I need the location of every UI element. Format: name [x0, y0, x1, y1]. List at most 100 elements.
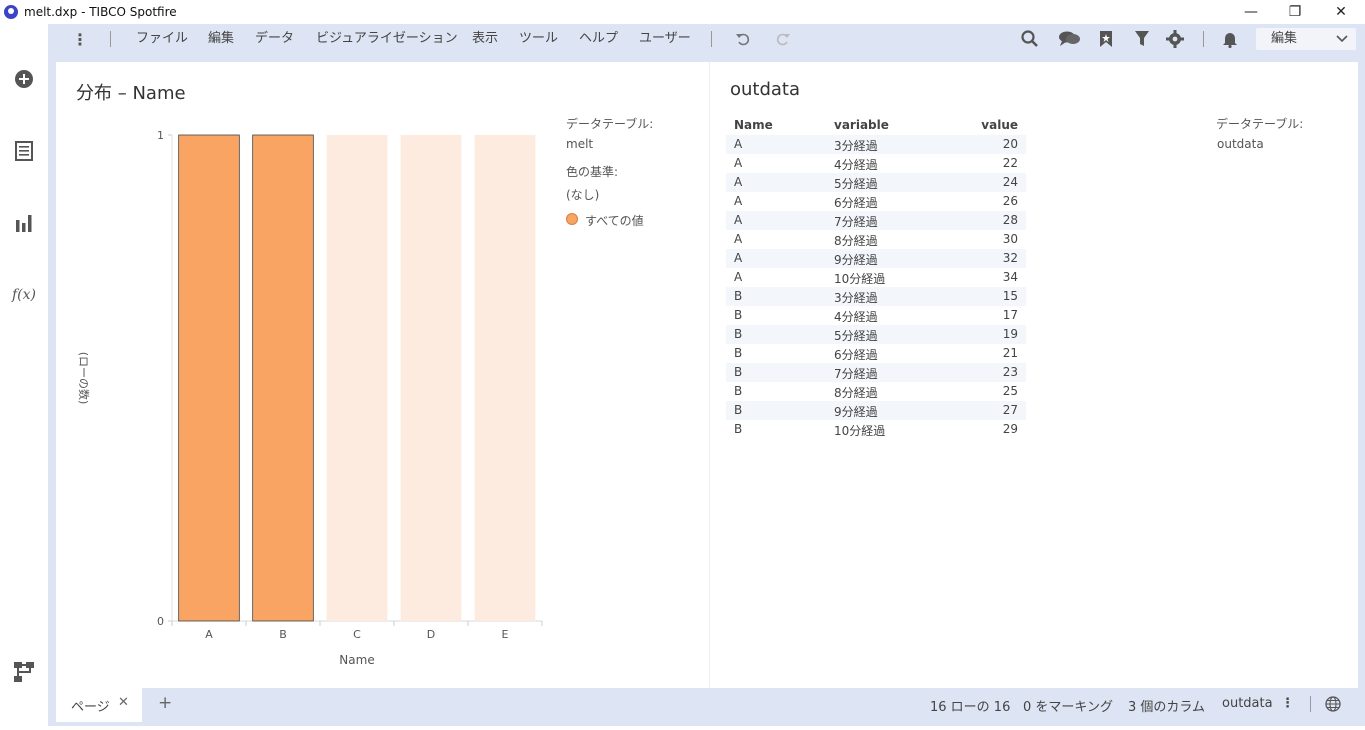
menu-help[interactable]: ヘルプ	[579, 30, 618, 48]
x-tick-label: A	[205, 628, 213, 641]
edit-mode-select[interactable]: 編集	[1256, 28, 1356, 50]
cell-name: B	[734, 289, 743, 303]
cell-value: 23	[1002, 365, 1018, 379]
bar-b[interactable]	[252, 134, 314, 622]
gear-icon[interactable]	[1165, 29, 1185, 49]
status-table[interactable]: outdata	[1222, 696, 1273, 711]
bar-chart[interactable]: 0 1 A B C D E Name (ローの数)	[56, 62, 556, 688]
menu-tools[interactable]: ツール	[519, 30, 558, 48]
menu-view[interactable]: 表示	[472, 30, 498, 48]
cell-value: 21	[1002, 346, 1018, 360]
globe-icon[interactable]	[1325, 696, 1341, 716]
table-row[interactable]: B 9分経過 27	[726, 401, 1026, 420]
table-row[interactable]: A 3分経過 20	[726, 135, 1026, 154]
add-icon[interactable]	[12, 67, 36, 91]
table-row[interactable]: A 4分経過 22	[726, 154, 1026, 173]
close-button[interactable]: ✕	[1318, 0, 1364, 24]
table-row[interactable]: B 3分経過 15	[726, 287, 1026, 306]
search-icon[interactable]	[1020, 29, 1040, 49]
bar-d[interactable]	[400, 135, 462, 621]
bar-chart-icon[interactable]	[12, 211, 36, 235]
legend-color-label: 色の基準:	[566, 165, 619, 179]
x-tick-label: E	[502, 628, 509, 641]
table-title: outdata	[730, 79, 801, 100]
cell-name: A	[734, 175, 743, 189]
table-row[interactable]: B 6分経過 21	[726, 344, 1026, 363]
bar-e[interactable]	[474, 135, 536, 621]
menu-data[interactable]: データ	[255, 30, 294, 48]
more-vertical-icon[interactable]: ⋮	[1281, 696, 1294, 711]
window-title: melt.dxp - TIBCO Spotfire	[24, 5, 177, 19]
collaboration-icon[interactable]	[1056, 29, 1082, 49]
table-row[interactable]: A 8分経過 30	[726, 230, 1026, 249]
y-tick-label: 1	[157, 129, 164, 142]
menu-file[interactable]: ファイル	[136, 30, 188, 48]
cell-name: B	[734, 327, 743, 341]
cell-variable: 10分経過	[834, 272, 886, 286]
fx-icon[interactable]: f(x)	[12, 283, 36, 307]
table-row[interactable]: A 9分経過 32	[726, 249, 1026, 268]
cell-name: A	[734, 137, 743, 151]
filter-icon[interactable]	[1132, 29, 1152, 49]
cell-name: A	[734, 251, 743, 265]
bar-c[interactable]	[326, 135, 388, 621]
cell-value: 24	[1002, 175, 1018, 189]
cell-value: 22	[1002, 156, 1018, 170]
separator	[1203, 31, 1204, 47]
column-header-value[interactable]: value	[981, 118, 1018, 132]
legend-item-label[interactable]: すべての値	[585, 212, 644, 229]
bell-icon[interactable]	[1220, 29, 1240, 49]
cell-value: 29	[1002, 422, 1018, 436]
y-axis-title[interactable]: (ローの数)	[77, 352, 90, 405]
close-icon[interactable]: ✕	[118, 695, 129, 710]
cell-name: A	[734, 194, 743, 208]
table-row[interactable]: B 5分経過 19	[726, 325, 1026, 344]
table-row[interactable]: B 7分経過 23	[726, 363, 1026, 382]
cell-variable: 4分経過	[834, 158, 878, 172]
column-header-variable[interactable]: variable	[834, 118, 889, 132]
table-row[interactable]: B 8分経過 25	[726, 382, 1026, 401]
x-axis-title[interactable]: Name	[339, 653, 374, 667]
bottom-edge	[0, 726, 1365, 730]
table-row[interactable]: A 7分経過 28	[726, 211, 1026, 230]
minimize-button[interactable]: —	[1228, 0, 1274, 24]
status-columns: 3 個のカラム	[1128, 700, 1206, 715]
cell-value: 19	[1002, 327, 1018, 341]
more-vertical-icon[interactable]: ⋮	[70, 29, 90, 49]
table-row[interactable]: A 10分経過 34	[726, 268, 1026, 287]
edit-mode-label: 編集	[1271, 31, 1298, 46]
cell-value: 34	[1002, 270, 1018, 284]
spotfire-logo-icon	[4, 5, 18, 19]
table-header: Name variable value	[726, 116, 1026, 135]
data-table-icon[interactable]	[12, 139, 36, 163]
cell-variable: 9分経過	[834, 405, 878, 419]
bookmark-icon[interactable]	[1096, 29, 1116, 49]
cell-name: A	[734, 213, 743, 227]
table-row[interactable]: A 5分経過 24	[726, 173, 1026, 192]
column-header-name[interactable]: Name	[734, 118, 773, 132]
menu-edit[interactable]: 編集	[208, 30, 234, 48]
data-canvas-icon[interactable]	[12, 660, 36, 684]
undo-icon[interactable]	[733, 29, 753, 49]
legend-swatch[interactable]	[566, 213, 578, 225]
menu-visualization[interactable]: ビジュアライゼーション	[316, 30, 458, 48]
page-tab[interactable]: ページ ✕	[56, 688, 142, 722]
cell-variable: 3分経過	[834, 139, 878, 153]
cell-variable: 6分経過	[834, 348, 878, 362]
bar-a[interactable]	[178, 134, 240, 622]
legend-color-value: (なし)	[566, 188, 600, 202]
table-row[interactable]: B 10分経過 29	[726, 420, 1026, 439]
page-tab-label: ページ	[71, 700, 110, 715]
chevron-down-icon	[1336, 28, 1348, 58]
table-row[interactable]: B 4分経過 17	[726, 306, 1026, 325]
cell-name: B	[734, 422, 743, 436]
cell-variable: 4分経過	[834, 310, 878, 324]
legend-table-label: データテーブル:	[566, 117, 654, 131]
table-row[interactable]: A 6分経過 26	[726, 192, 1026, 211]
add-page-icon[interactable]: +	[158, 693, 172, 713]
cell-value: 20	[1002, 137, 1018, 151]
cell-name: B	[734, 308, 743, 322]
restore-button[interactable]: ❐	[1272, 0, 1318, 24]
redo-icon[interactable]	[773, 29, 793, 49]
menu-user[interactable]: ユーザー	[639, 30, 691, 48]
